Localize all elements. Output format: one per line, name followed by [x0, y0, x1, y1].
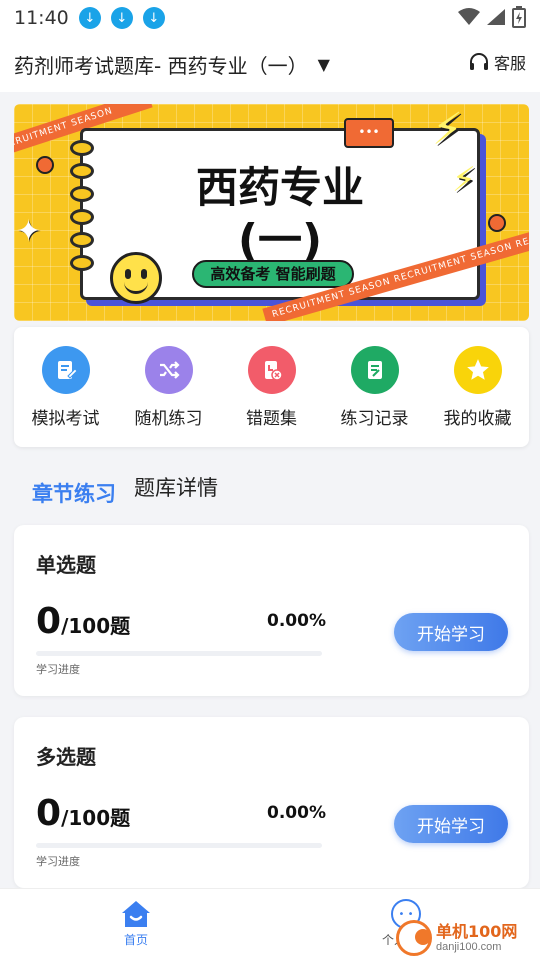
- question-count: 0/100题: [36, 793, 130, 834]
- tab-bank-details[interactable]: 题库详情: [134, 472, 218, 508]
- progress-bar: [36, 651, 322, 656]
- question-type-title: 单选题: [36, 553, 96, 577]
- watermark-url: danji100.com: [436, 940, 502, 953]
- favorites-label: 我的收藏: [443, 408, 512, 429]
- progress-percent: 0.00%: [267, 803, 326, 823]
- random-practice-label: 随机练习: [134, 408, 203, 429]
- headset-icon: [469, 53, 488, 70]
- mock-exam-button[interactable]: 模拟考试: [16, 345, 116, 429]
- question-type-title: 多选题: [36, 745, 96, 769]
- total-count: /100题: [61, 806, 131, 830]
- signal-icon: [487, 9, 505, 25]
- question-count: 0/100题: [36, 601, 130, 642]
- chat-bubble-icon: •••: [344, 118, 394, 148]
- status-bar: 11:40 ↓ ↓ ↓: [0, 0, 540, 36]
- download-icon: ↓: [78, 7, 101, 29]
- wrong-questions-button[interactable]: 错题集: [222, 345, 322, 429]
- quick-actions-card: 模拟考试 随机练习 错题集 练习记录 我的收藏: [14, 327, 529, 447]
- download-icon: ↓: [142, 7, 165, 29]
- favorites-button[interactable]: 我的收藏: [428, 345, 528, 429]
- promo-banner[interactable]: RECRUITMENT SEASON ✦ ••• ⚡ ⚡ 西药专业 (一) 高效…: [14, 104, 529, 321]
- tab-chapter-practice[interactable]: 章节练习: [32, 470, 116, 508]
- star-icon: [453, 345, 502, 394]
- wifi-icon: [458, 8, 480, 25]
- smiley-icon: [110, 252, 162, 304]
- download-icon: ↓: [110, 7, 133, 29]
- status-indicators: [458, 6, 526, 28]
- dropdown-caret-icon[interactable]: ▼: [318, 55, 330, 74]
- battery-icon: [512, 6, 526, 28]
- practice-record-button[interactable]: 练习记录: [325, 345, 425, 429]
- record-icon: [350, 345, 399, 394]
- watermark-text: 单机100网 danji100.com: [436, 923, 517, 953]
- progress-percent: 0.00%: [267, 611, 326, 631]
- single-choice-card: 单选题 0/100题 0.00% 学习进度 开始学习: [14, 525, 529, 696]
- done-count: 0: [36, 793, 62, 834]
- banner-decoration-dot: [36, 156, 54, 174]
- banner-tag: 高效备考 智能刷题: [192, 260, 354, 288]
- start-learning-button[interactable]: 开始学习: [394, 805, 508, 843]
- wrong-question-icon: [247, 345, 296, 394]
- app-header: 药剂师考试题库- 西药专业（一） ▼ 客服: [0, 36, 540, 92]
- wrong-questions-label: 错题集: [246, 408, 297, 429]
- customer-service-label: 客服: [493, 54, 526, 73]
- status-time: 11:40: [14, 7, 69, 29]
- done-count: 0: [36, 601, 62, 642]
- home-icon: [122, 901, 150, 927]
- nav-home[interactable]: 首页: [106, 899, 166, 948]
- progress-label: 学习进度: [36, 855, 80, 868]
- practice-tabs: 章节练习 题库详情: [32, 470, 218, 508]
- shuffle-icon: [144, 345, 193, 394]
- progress-label: 学习进度: [36, 663, 80, 676]
- random-practice-button[interactable]: 随机练习: [119, 345, 219, 429]
- multiple-choice-card: 多选题 0/100题 0.00% 学习进度 开始学习: [14, 717, 529, 888]
- banner-decoration-dot: [488, 214, 506, 232]
- watermark-logo-icon: [396, 920, 432, 956]
- progress-bar: [36, 843, 322, 848]
- exam-selector-title[interactable]: 药剂师考试题库- 西药专业（一）: [14, 50, 308, 79]
- mock-exam-label: 模拟考试: [31, 408, 100, 429]
- total-count: /100题: [61, 614, 131, 638]
- customer-service-button[interactable]: 客服: [468, 50, 526, 74]
- start-learning-button[interactable]: 开始学习: [394, 613, 508, 651]
- edit-doc-icon: [41, 345, 90, 394]
- sparkle-icon: ✦: [16, 214, 42, 249]
- lightning-icon: ⚡: [432, 104, 463, 155]
- watermark-title: 单机100网: [436, 922, 518, 942]
- nav-home-label: 首页: [123, 933, 148, 947]
- site-watermark: 单机100网 danji100.com: [396, 916, 540, 960]
- practice-record-label: 练习记录: [340, 408, 409, 429]
